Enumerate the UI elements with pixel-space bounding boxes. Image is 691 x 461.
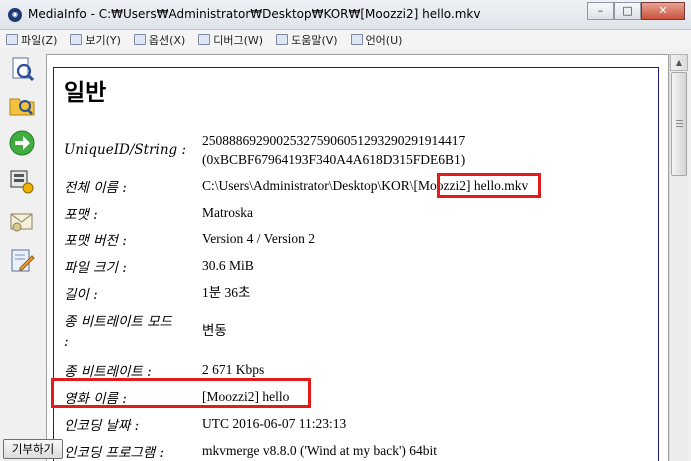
label-overall-bitrate: 종 비트레이트 : — [64, 364, 152, 380]
value-bitrate-mode: 변동 — [202, 323, 227, 338]
send-email-button[interactable] — [7, 206, 37, 236]
value-encoded-date: UTC 2016-06-07 11:23:13 — [202, 416, 347, 431]
options-menu-icon — [133, 34, 146, 45]
export-icon — [10, 170, 34, 194]
send-email-icon — [10, 213, 33, 232]
open-file-button[interactable] — [7, 54, 37, 84]
value-uniqueid-decimal: 250888692900253275906051293290291914417 — [202, 133, 466, 148]
highlight-box-movie-name — [51, 378, 311, 408]
label-complete-name: 전체 이름 : — [64, 180, 127, 196]
highlight-box-filename — [437, 173, 541, 198]
label-writing-application: 인코딩 프로그램 : — [64, 445, 165, 461]
menu-file[interactable]: 파일(Z) — [6, 32, 57, 48]
menu-language-label: 언어(U) — [365, 33, 403, 47]
maximize-button[interactable]: □ — [614, 2, 641, 20]
label-uniqueid: UniqueID/String : — [64, 142, 187, 158]
close-button[interactable]: ✕ — [641, 2, 685, 20]
next-button[interactable] — [7, 128, 37, 158]
menu-debug[interactable]: 디버그(W) — [198, 32, 263, 48]
value-overall-bitrate: 2 671 Kbps — [202, 362, 265, 377]
export-button[interactable] — [7, 167, 37, 197]
value-writing-application: mkvmerge v8.8.0 ('Wind at my back') 64bi… — [202, 443, 438, 458]
menu-language[interactable]: 언어(U) — [350, 32, 403, 48]
mediainfo-app-icon: ◉ — [8, 8, 22, 22]
value-uniqueid: 250888692900253275906051293290291914417 … — [202, 131, 465, 169]
donate-button[interactable]: 기부하기 — [3, 439, 63, 459]
label-bitrate-mode-line1: 종 비트레이트 모드 — [64, 314, 172, 330]
open-folder-icon — [9, 98, 35, 116]
thumb-grip-line — [676, 126, 683, 127]
next-arrow-icon — [9, 130, 35, 156]
window-title: MediaInfo - C:₩Users₩Administrator₩Deskt… — [28, 7, 481, 21]
thumb-grip-line — [676, 123, 683, 124]
language-menu-icon — [350, 34, 363, 45]
menu-view[interactable]: 보기(Y) — [70, 32, 121, 48]
debug-menu-icon — [198, 34, 211, 45]
value-format: Matroska — [202, 205, 253, 220]
help-menu-icon — [276, 34, 289, 45]
minimize-button[interactable]: – — [587, 2, 614, 20]
menu-file-label: 파일(Z) — [21, 33, 58, 47]
edit-icon — [11, 249, 35, 272]
window-controls: – □ ✕ — [587, 2, 685, 20]
label-bitrate-mode-line2: : — [64, 334, 69, 350]
menu-view-label: 보기(Y) — [85, 33, 121, 47]
open-folder-button[interactable] — [7, 90, 37, 120]
menu-options[interactable]: 옵션(X) — [133, 32, 186, 48]
label-format: 포맷 : — [64, 207, 98, 223]
label-encoded-date: 인코딩 날짜 : — [64, 418, 140, 434]
value-duration: 1분 36초 — [202, 285, 251, 300]
view-menu-icon — [70, 34, 83, 45]
thumb-grip-line — [676, 120, 683, 121]
menu-options-label: 옵션(X) — [148, 33, 186, 47]
open-file-icon — [12, 57, 35, 82]
menu-bar: 파일(Z) 보기(Y) 옵션(X) 디버그(W) 도움말(V) 언어(U) — [0, 30, 691, 49]
value-file-size: 30.6 MiB — [202, 258, 254, 273]
edit-button[interactable] — [7, 245, 37, 275]
label-duration: 길이 : — [64, 287, 98, 303]
value-format-version: Version 4 / Version 2 — [202, 231, 315, 246]
menu-help[interactable]: 도움말(V) — [276, 32, 338, 48]
vertical-scrollbar[interactable]: ▲ — [669, 54, 688, 461]
value-uniqueid-hex: (0xBCBF67964193F340A4A618D315FDE6B1) — [202, 152, 466, 167]
label-format-version: 포맷 버전 : — [64, 233, 127, 249]
section-title-general: 일반 — [64, 80, 107, 106]
info-panel: 일반 UniqueID/String : 2508886929002532759… — [46, 54, 669, 461]
scroll-up-arrow-icon[interactable]: ▲ — [670, 54, 688, 71]
left-toolbar — [0, 52, 42, 461]
menu-help-label: 도움말(V) — [291, 33, 338, 47]
menu-debug-label: 디버그(W) — [213, 33, 264, 47]
file-menu-icon — [6, 34, 18, 45]
scrollbar-thumb[interactable] — [671, 72, 687, 176]
title-bar: ◉ MediaInfo - C:₩Users₩Administrator₩Des… — [0, 0, 691, 30]
label-file-size: 파일 크기 : — [64, 260, 127, 276]
